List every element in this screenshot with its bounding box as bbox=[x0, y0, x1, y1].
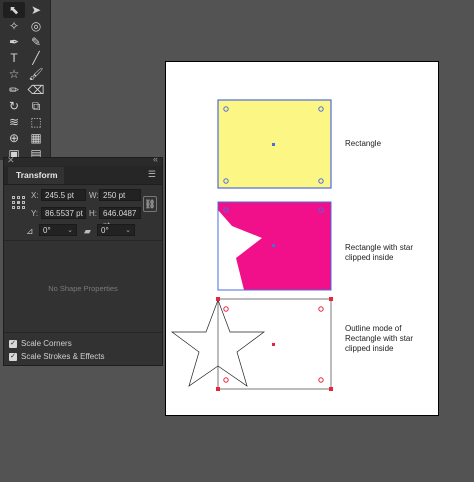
label-outline-line1: Outline mode of bbox=[345, 324, 402, 333]
label-outline-line2: Rectangle with star bbox=[345, 334, 414, 343]
center-point bbox=[272, 143, 275, 146]
label-clipped-line2: clipped inside bbox=[345, 253, 394, 262]
label-outline-line3: clipped inside bbox=[345, 344, 394, 353]
corner-widget[interactable] bbox=[223, 377, 229, 383]
label-rectangle: Rectangle bbox=[345, 139, 382, 148]
label-clipped-line1: Rectangle with star bbox=[345, 243, 414, 252]
center-point bbox=[272, 244, 275, 247]
corner-widget[interactable] bbox=[223, 306, 229, 312]
outline-mode-artwork[interactable] bbox=[170, 297, 333, 391]
canvas-artwork[interactable] bbox=[0, 0, 474, 482]
yellow-rectangle[interactable] bbox=[217, 99, 332, 189]
corner-widget[interactable] bbox=[318, 306, 324, 312]
corner-widget[interactable] bbox=[318, 377, 324, 383]
clipped-rectangle[interactable] bbox=[217, 201, 332, 291]
